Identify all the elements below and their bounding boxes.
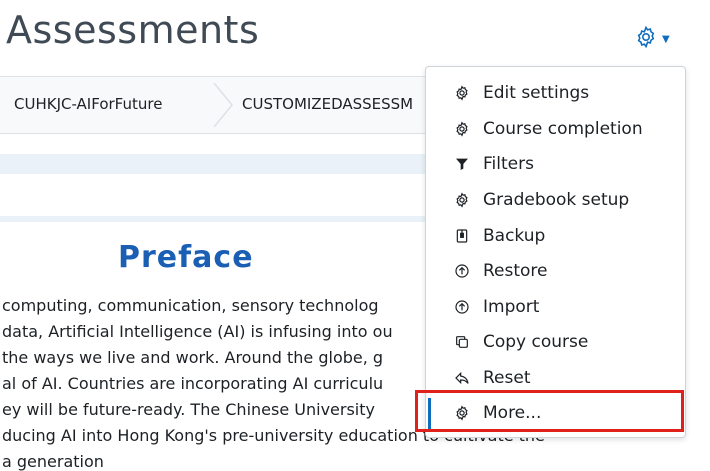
menu-item-import[interactable]: Import bbox=[426, 290, 683, 324]
menu-item-label: Restore bbox=[483, 261, 548, 281]
menu-item-filters[interactable]: Filters bbox=[426, 147, 683, 181]
actions-menu-toggle[interactable]: ▼ bbox=[634, 22, 686, 56]
menu-item-edit-settings[interactable]: Edit settings bbox=[426, 76, 683, 110]
menu-item-copy-course[interactable]: Copy course bbox=[426, 325, 683, 359]
copy-icon bbox=[453, 333, 471, 351]
paragraph-line: data, Artificial Intelligence (AI) is in… bbox=[2, 322, 393, 341]
backup-file-icon bbox=[453, 227, 471, 245]
content-heading: Preface bbox=[118, 240, 254, 275]
menu-item-backup[interactable]: Backup bbox=[426, 219, 683, 253]
gear-icon bbox=[453, 120, 471, 138]
menu-item-label: Edit settings bbox=[483, 83, 590, 103]
actions-dropdown-menu: Edit settings Course completion Filters … bbox=[425, 66, 686, 438]
paragraph-line: computing, communication, sensory techno… bbox=[2, 296, 379, 315]
upload-circle-icon bbox=[453, 298, 471, 316]
paragraph-line: a generation bbox=[2, 452, 104, 471]
gear-icon bbox=[453, 84, 471, 102]
highlight-box bbox=[415, 390, 684, 432]
menu-item-gradebook-setup[interactable]: Gradebook setup bbox=[426, 183, 683, 217]
menu-item-label: Gradebook setup bbox=[483, 190, 630, 210]
gear-icon bbox=[453, 191, 471, 209]
paragraph-line: ey will be future-ready. The Chinese Uni… bbox=[2, 400, 375, 419]
menu-item-label: Reset bbox=[483, 368, 531, 388]
paragraph-line: al of AI. Countries are incorporating AI… bbox=[2, 374, 384, 393]
filter-icon bbox=[453, 155, 471, 173]
gear-icon bbox=[634, 25, 658, 53]
menu-item-course-completion[interactable]: Course completion bbox=[426, 112, 683, 146]
page-title: Assessments bbox=[6, 8, 260, 52]
chevron-down-icon: ▼ bbox=[662, 33, 670, 45]
breadcrumb-item-course[interactable]: CUHKJC-AIForFuture bbox=[14, 95, 162, 113]
menu-item-label: Import bbox=[483, 297, 540, 317]
menu-item-label: Filters bbox=[483, 154, 534, 174]
reply-icon bbox=[453, 369, 471, 387]
menu-item-label: Backup bbox=[483, 226, 546, 246]
breadcrumb-separator-icon bbox=[213, 83, 233, 127]
menu-item-label: Course completion bbox=[483, 119, 643, 139]
upload-circle-icon bbox=[453, 262, 471, 280]
breadcrumb-item-section[interactable]: CUSTOMIZEDASSESSM bbox=[242, 95, 413, 113]
menu-item-label: Copy course bbox=[483, 332, 589, 352]
menu-item-restore[interactable]: Restore bbox=[426, 254, 683, 288]
paragraph-line: the ways we live and work. Around the gl… bbox=[2, 348, 384, 367]
